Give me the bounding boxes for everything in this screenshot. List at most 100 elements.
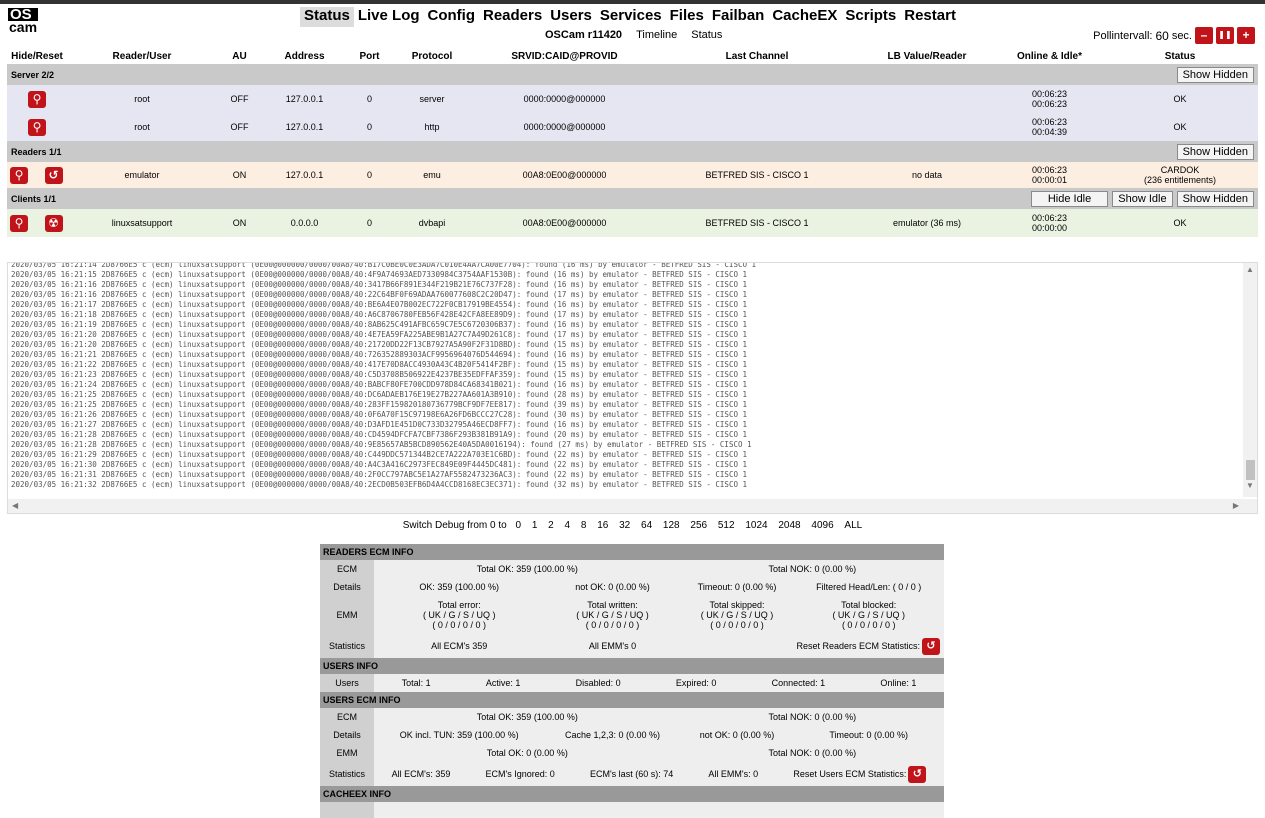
col-address: Address (284, 50, 325, 62)
log-vertical-scrollbar[interactable]: ▲ ▼ (1243, 263, 1257, 497)
debug-level-64[interactable]: 64 (641, 520, 652, 531)
emm-written-value: ( 0 / 0 / 0 / 0 ) (585, 620, 640, 630)
emm-skipped-format: ( UK / G / S / UQ ) (700, 610, 774, 620)
readers-timeout: Timeout: 0 (0.00 %) (680, 578, 794, 596)
users-ecm-label: ECM (320, 708, 374, 726)
show-idle-button[interactable]: Show Idle (1112, 190, 1173, 207)
poll-increase-button[interactable]: + (1237, 27, 1255, 44)
log-line: 2020/03/05 16:21:22 2D8766E5 c (ecm) lin… (11, 360, 748, 369)
readers-all-ecm: All ECM's 359 (374, 634, 545, 658)
debug-level-32[interactable]: 32 (619, 520, 630, 531)
users-ecm-ignored: ECM's Ignored: 0 (485, 769, 555, 779)
nav-services[interactable]: Services (596, 7, 666, 27)
zoom-icon[interactable]: ⚲ (28, 118, 46, 136)
reset-icon[interactable]: ↺ (44, 166, 63, 184)
row-user[interactable]: emulator (67, 162, 217, 188)
col-online-idle: Online & Idle* (1016, 50, 1082, 62)
server-show-hidden-button[interactable]: Show Hidden (1176, 66, 1254, 83)
users-cache: Cache 1,2,3: 0 (0.00 %) (544, 726, 681, 744)
hide-idle-button[interactable]: Hide Idle (1030, 190, 1109, 207)
debug-level-2[interactable]: 2 (548, 520, 554, 531)
nav-status[interactable]: Status (300, 7, 354, 27)
scroll-thumb[interactable] (1246, 460, 1255, 480)
row-user[interactable]: linuxsatsupport (67, 209, 217, 237)
row-address: 127.0.0.1 (262, 85, 347, 113)
readers-show-hidden-button[interactable]: Show Hidden (1176, 143, 1254, 160)
emm-label: EMM (320, 596, 374, 634)
readers-section-title: Readers 1/1 (7, 141, 472, 162)
nav-cacheex[interactable]: CacheEX (768, 7, 841, 27)
col-au: AU (232, 50, 247, 62)
debug-level-all[interactable]: ALL (844, 520, 862, 531)
nav-config[interactable]: Config (424, 7, 479, 27)
scroll-right-icon[interactable]: ▶ (1233, 501, 1239, 510)
row-user[interactable]: root (67, 85, 217, 113)
row-address: 0.0.0.0 (262, 209, 347, 237)
nav-readers[interactable]: Readers (479, 7, 546, 27)
sub-nav: OSCam r11420 Timeline Status (545, 29, 722, 41)
statistics-label: Statistics (320, 634, 374, 658)
debug-level-8[interactable]: 8 (581, 520, 587, 531)
row-protocol: emu (392, 162, 472, 188)
debug-level-256[interactable]: 256 (690, 520, 707, 531)
scroll-up-icon[interactable]: ▲ (1246, 265, 1254, 274)
reset-readers-stats-icon[interactable]: ↺ (922, 637, 940, 655)
row-lb (857, 85, 997, 113)
debug-level-2048[interactable]: 2048 (778, 520, 800, 531)
scroll-down-icon[interactable]: ▼ (1246, 481, 1254, 490)
nav-live-log[interactable]: Live Log (354, 7, 424, 27)
row-entitlements[interactable]: (236 entitlements) (1102, 175, 1258, 185)
top-border (0, 0, 1265, 4)
col-protocol: Protocol (411, 50, 453, 62)
debug-level-0[interactable]: 0 (515, 520, 521, 531)
debug-level-1024[interactable]: 1024 (745, 520, 767, 531)
users-ecm-last60: ECM's last (60 s): 74 (589, 769, 674, 779)
row-status[interactable]: CARDOK (1102, 165, 1258, 175)
debug-level-128[interactable]: 128 (663, 520, 680, 531)
details-label: Details (320, 578, 374, 596)
debug-level-1[interactable]: 1 (532, 520, 538, 531)
poll-pause-button[interactable]: ❚❚ (1216, 27, 1234, 44)
row-user[interactable]: root (67, 113, 217, 141)
radiation-icon[interactable]: ☢ (44, 214, 63, 232)
row-au: OFF (217, 85, 262, 113)
readers-all-emm: All EMM's 0 (544, 634, 681, 658)
nav-scripts[interactable]: Scripts (841, 7, 900, 27)
debug-level-4[interactable]: 4 (565, 520, 571, 531)
scroll-left-icon[interactable]: ◀ (12, 501, 18, 510)
row-address: 127.0.0.1 (262, 113, 347, 141)
subnav-timeline[interactable]: Timeline (636, 29, 677, 41)
debug-level-512[interactable]: 512 (718, 520, 735, 531)
row-lb: emulator (36 ms) (857, 209, 997, 237)
emm-blocked-format: ( UK / G / S / UQ ) (832, 610, 905, 620)
row-online: 00:06:23 (1031, 117, 1068, 127)
debug-level-4096[interactable]: 4096 (811, 520, 833, 531)
row-port: 0 (347, 209, 392, 237)
col-status: Status (1164, 50, 1196, 62)
users-not-ok: not OK: 0 (0.00 %) (680, 726, 794, 744)
nav-restart[interactable]: Restart (900, 7, 960, 27)
live-log-panel[interactable]: 2020/03/05 16:21:14 2D8766E5 c (ecm) lin… (7, 262, 1258, 514)
oscam-logo[interactable]: OS cam (8, 7, 38, 40)
readers-ecm-title: READERS ECM INFO (320, 544, 944, 560)
row-channel (657, 113, 857, 141)
debug-level-16[interactable]: 16 (597, 520, 608, 531)
zoom-icon[interactable]: ⚲ (10, 166, 28, 184)
reset-readers-label: Reset Readers ECM Statistics: (796, 640, 920, 651)
zoom-icon[interactable]: ⚲ (28, 90, 46, 108)
nav-failban[interactable]: Failban (708, 7, 769, 27)
clients-show-hidden-button[interactable]: Show Hidden (1176, 190, 1254, 207)
debug-switch: Switch Debug from 0 to 0 1 2 4 8 16 32 6… (0, 520, 1265, 531)
poll-decrease-button[interactable]: – (1195, 27, 1213, 44)
nav-files[interactable]: Files (666, 7, 708, 27)
reset-users-stats-icon[interactable]: ↺ (908, 765, 927, 783)
nav-users[interactable]: Users (546, 7, 596, 27)
users-info-title: USERS INFO (320, 658, 944, 674)
log-horizontal-scrollbar[interactable]: ◀ ▶ (8, 499, 1257, 513)
users-all-ecm: All ECM's: 359 (391, 769, 451, 779)
zoom-icon[interactable]: ⚲ (10, 214, 28, 232)
log-line: 2020/03/05 16:21:20 2D8766E5 c (ecm) lin… (11, 340, 748, 349)
users-label: Users (320, 674, 374, 692)
status-header-row: Hide/Reset Reader/User AU Address Port P… (7, 48, 1258, 64)
subnav-status[interactable]: Status (691, 29, 722, 41)
